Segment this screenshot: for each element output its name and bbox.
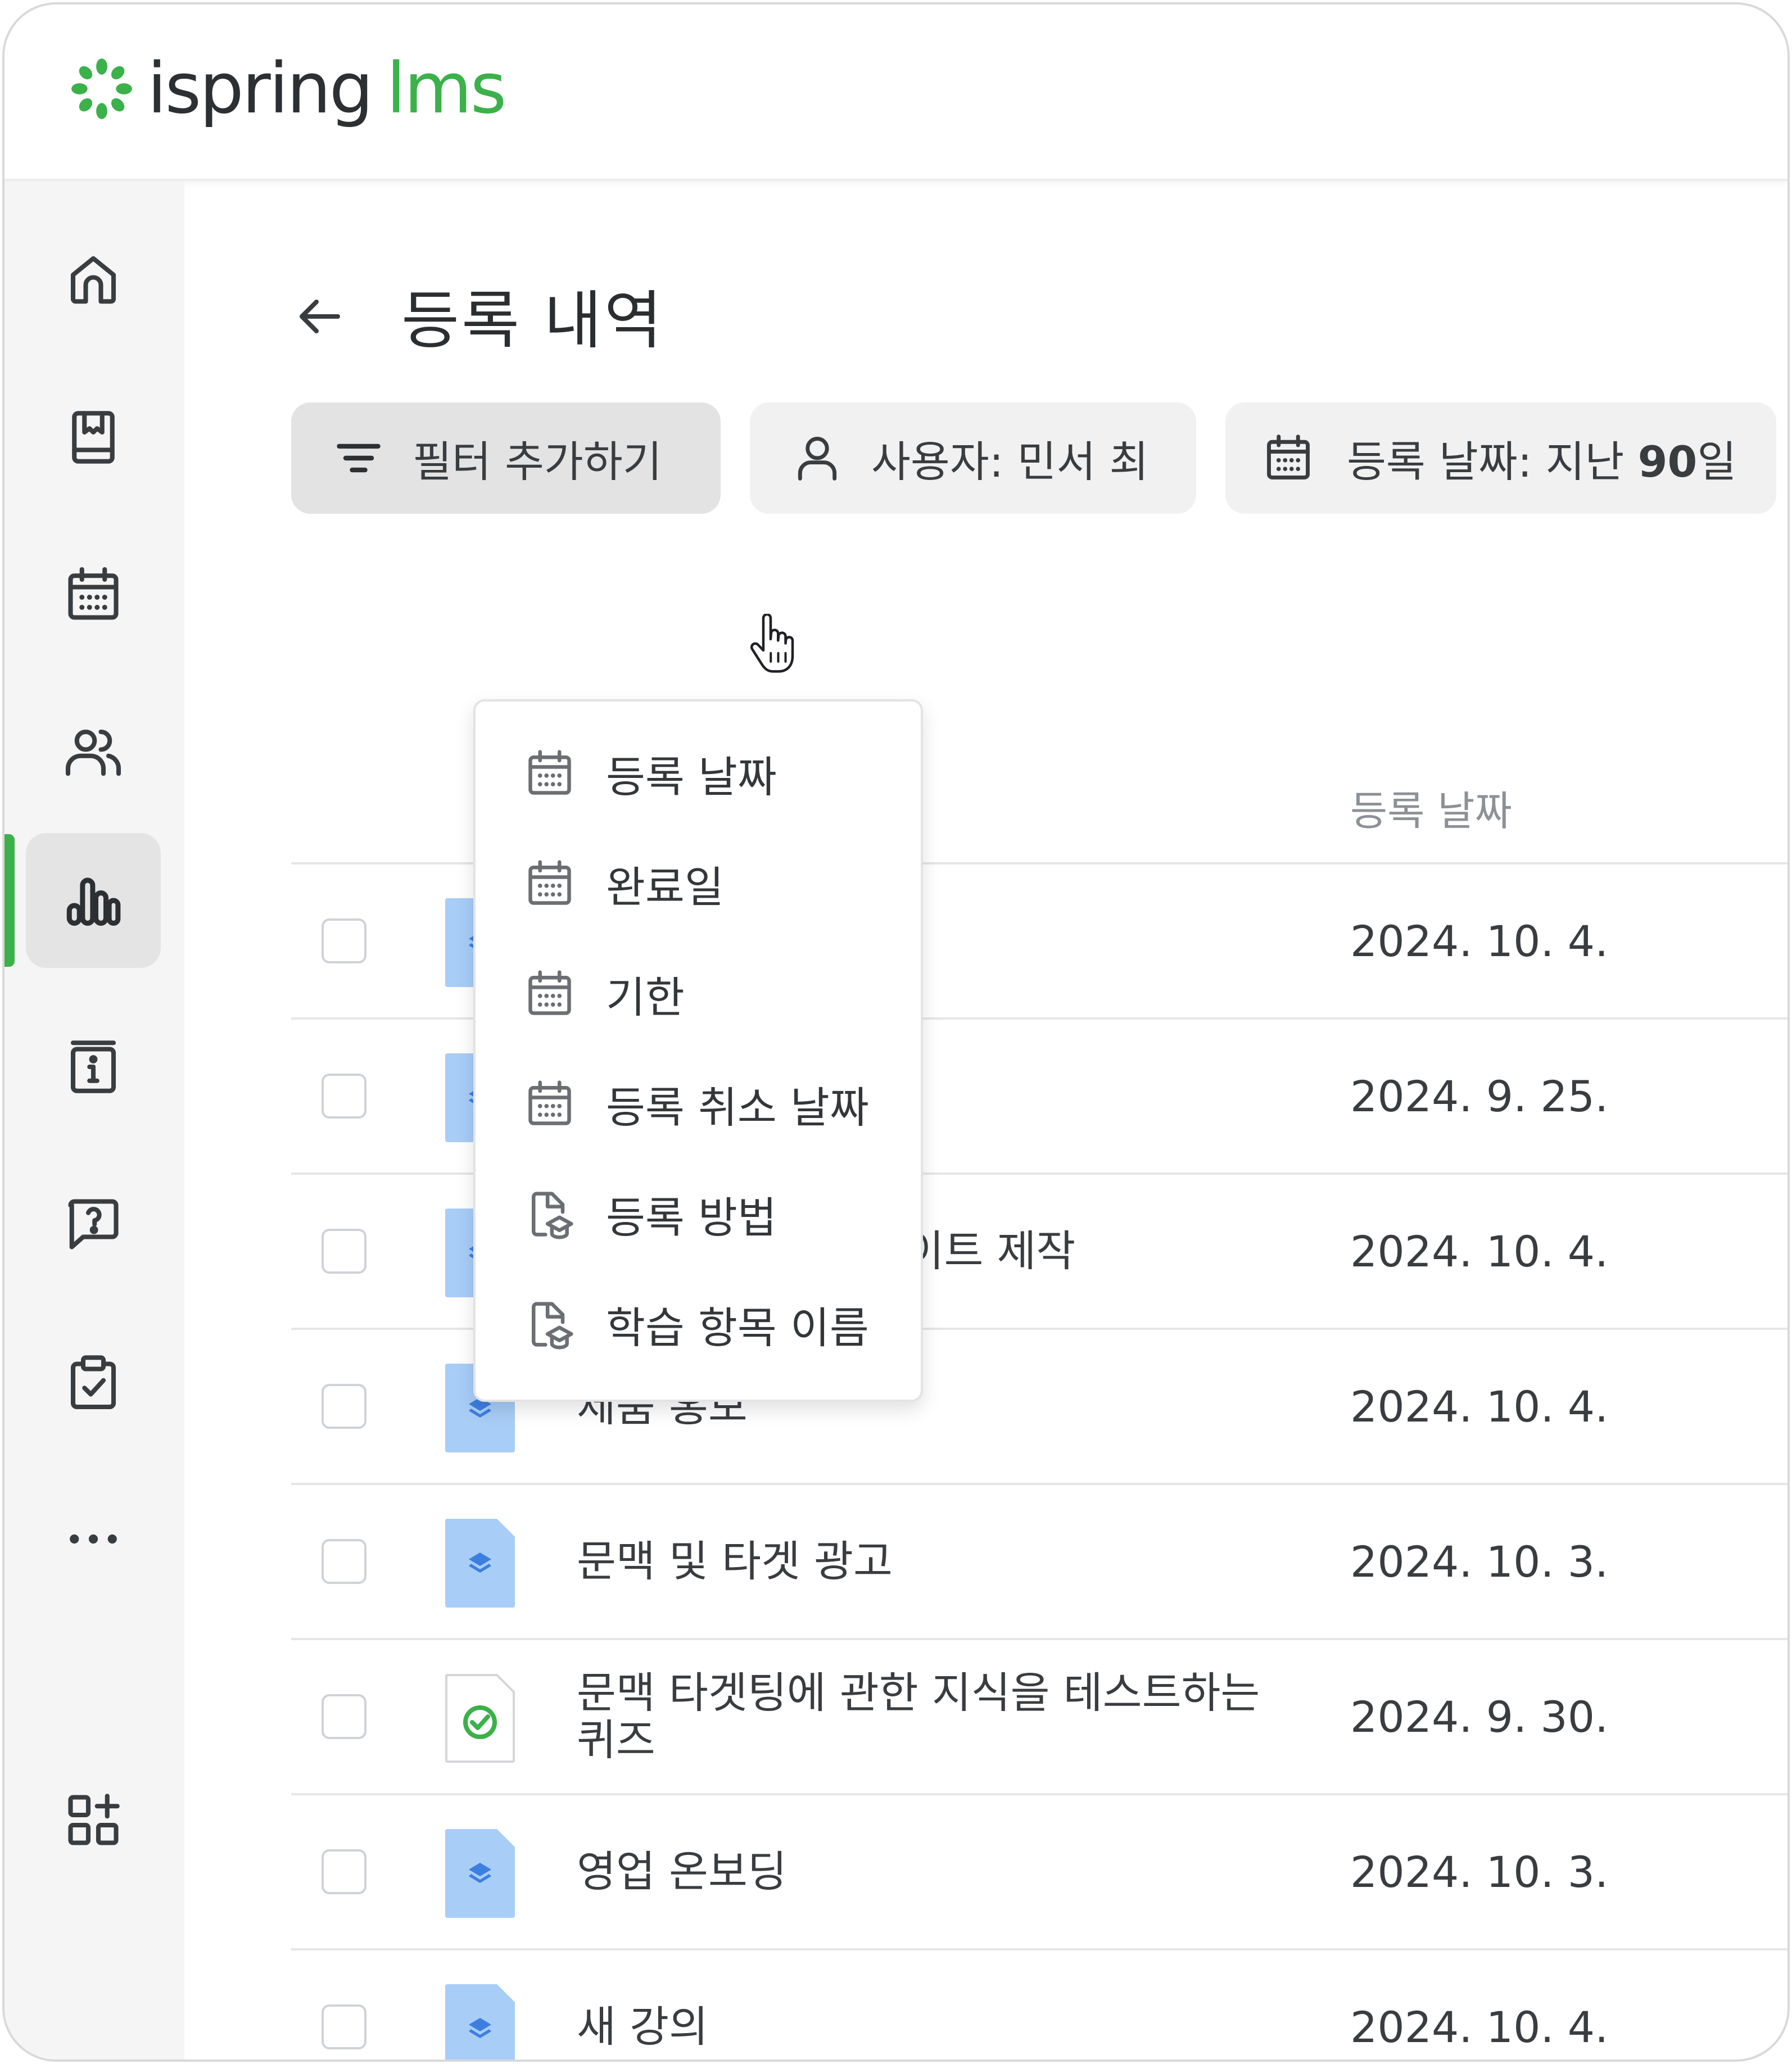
table-row[interactable]: 영업 온보딩 2024. 10. 3. <box>291 1795 1788 1948</box>
main-content: 등록 내역 필터 추가하기 사용자: 민서 최 등록 날짜: 지난 90일 등록 <box>184 181 1788 2060</box>
date-filter-suffix: 일 <box>1697 437 1737 487</box>
arrow-left-icon <box>300 300 340 333</box>
menu-item-unenrollment-date[interactable]: 등록 취소 날짜 <box>476 1049 921 1159</box>
filter-icon <box>337 443 381 473</box>
table-row[interactable]: 문맥 및 타겟 광고 2024. 10. 3. <box>291 1485 1788 1638</box>
row-title[interactable]: 새 강의 <box>577 1950 1274 2060</box>
date-filter-label: 등록 날짜: 지난 90일 <box>1347 427 1736 489</box>
active-indicator <box>4 834 15 967</box>
menu-item-enrollment-date[interactable]: 등록 날짜 <box>476 718 921 829</box>
row-checkbox[interactable] <box>322 1229 366 1274</box>
user-filter-chip[interactable]: 사용자: 민서 최 <box>750 402 1196 514</box>
row-checkbox[interactable] <box>322 1384 366 1429</box>
menu-item-label: 학습 항목 이름 <box>606 1303 869 1353</box>
menu-item-due-date[interactable]: 기한 <box>476 939 921 1049</box>
quiz-file-icon <box>445 1674 515 1763</box>
row-checkbox[interactable] <box>322 1539 366 1584</box>
sidebar-item-more[interactable] <box>26 1472 161 1606</box>
menu-item-label: 등록 취소 날짜 <box>606 1083 869 1133</box>
enrollment-method-icon <box>531 1192 573 1239</box>
logo-mark-icon <box>71 58 132 119</box>
column-header-date[interactable]: 등록 날짜 <box>1350 778 1512 837</box>
add-filter-button[interactable]: 필터 추가하기 <box>291 402 721 514</box>
filter-dropdown-menu: 등록 날짜 완료일 기한 등록 취소 날짜 등록 방법 학습 항목 이름 <box>473 699 923 1402</box>
menu-item-label: 등록 날짜 <box>606 752 777 802</box>
row-date: 2024. 10. 4. <box>1350 1226 1609 1277</box>
bar-chart-icon <box>66 877 121 926</box>
sidebar-item-calendar[interactable] <box>26 527 161 662</box>
page-title: 등록 내역 <box>401 284 664 357</box>
calendar-icon <box>1267 434 1310 479</box>
row-date: 2024. 10. 4. <box>1350 2002 1609 2052</box>
row-checkbox[interactable] <box>322 1694 366 1739</box>
menu-item-learning-item-name[interactable]: 학습 항목 이름 <box>476 1269 921 1379</box>
back-button[interactable] <box>289 286 351 347</box>
row-title[interactable]: 문맥 및 타겟 광고 <box>577 1485 1274 1638</box>
row-date: 2024. 10. 3. <box>1350 1536 1609 1587</box>
course-file-icon <box>445 1829 515 1918</box>
add-filter-label: 필터 추가하기 <box>413 437 662 487</box>
sidebar-item-courses[interactable] <box>26 370 161 505</box>
clipboard-check-icon <box>70 1355 116 1410</box>
calendar-icon <box>528 970 571 1015</box>
menu-item-label: 기한 <box>606 972 685 1022</box>
row-date: 2024. 10. 4. <box>1350 1381 1609 1432</box>
row-date: 2024. 10. 3. <box>1350 1846 1609 1897</box>
menu-item-label: 완료일 <box>606 862 724 912</box>
sidebar-item-users[interactable] <box>26 685 161 820</box>
row-title[interactable]: 영업 온보딩 <box>577 1795 1274 1948</box>
row-title[interactable]: 문맥 타겟팅에 관한 지식을 테스트하는 퀴즈 <box>577 1640 1274 1793</box>
row-checkbox[interactable] <box>322 1074 366 1119</box>
table-row[interactable]: 문맥 타겟팅에 관한 지식을 테스트하는 퀴즈 2024. 9. 30. <box>291 1640 1788 1793</box>
home-icon <box>70 256 116 304</box>
row-date: 2024. 9. 25. <box>1350 1071 1609 1121</box>
row-checkbox[interactable] <box>322 1849 366 1894</box>
top-header: ispring lms <box>4 4 1788 181</box>
row-checkbox[interactable] <box>322 918 366 963</box>
sidebar-item-home[interactable] <box>26 212 161 347</box>
sidebar-item-apps[interactable] <box>26 1753 161 1888</box>
sidebar-item-info[interactable] <box>26 999 161 1134</box>
course-file-icon <box>445 1984 515 2060</box>
sidebar-item-tasks[interactable] <box>26 1314 161 1449</box>
add-apps-icon <box>68 1794 120 1845</box>
hand-cursor-icon <box>750 614 794 673</box>
sidebar <box>4 181 184 2060</box>
ispring-logo[interactable]: ispring lms <box>71 54 506 124</box>
date-filter-chip[interactable]: 등록 날짜: 지난 90일 <box>1225 402 1776 514</box>
user-icon <box>798 437 837 481</box>
menu-item-label: 등록 방법 <box>606 1193 777 1243</box>
date-filter-days: 90 <box>1637 437 1698 487</box>
menu-item-completion-date[interactable]: 완료일 <box>476 829 921 939</box>
table-row[interactable]: 새 강의 2024. 10. 4. <box>291 1950 1788 2060</box>
calendar-icon <box>528 860 571 905</box>
calendar-icon <box>528 1080 571 1125</box>
calendar-icon <box>528 750 571 795</box>
enrollment-method-icon <box>531 1302 573 1350</box>
sidebar-item-reports[interactable] <box>26 833 161 968</box>
calendar-icon <box>68 567 119 620</box>
more-icon <box>70 1534 117 1544</box>
info-icon <box>70 1040 116 1093</box>
sidebar-item-questions[interactable] <box>26 1157 161 1292</box>
course-file-icon <box>445 1519 515 1608</box>
users-icon <box>65 729 121 776</box>
book-icon <box>72 411 115 464</box>
date-filter-prefix: 등록 날짜: 지난 <box>1347 437 1638 487</box>
row-checkbox[interactable] <box>322 2004 366 2049</box>
row-date: 2024. 10. 4. <box>1350 916 1609 966</box>
logo-product: lms <box>386 48 507 129</box>
app-window: ispring lms 등록 내역 필터 추가하기 사용자: 민서 최 등록 날… <box>2 2 1790 2062</box>
question-chat-icon <box>68 1199 119 1250</box>
logo-brand: ispring <box>147 48 373 129</box>
user-filter-label: 사용자: 민서 최 <box>871 437 1149 487</box>
logo-text: ispring lms <box>147 54 506 124</box>
menu-item-enrollment-method[interactable]: 등록 방법 <box>476 1159 921 1269</box>
row-date: 2024. 9. 30. <box>1350 1691 1609 1742</box>
